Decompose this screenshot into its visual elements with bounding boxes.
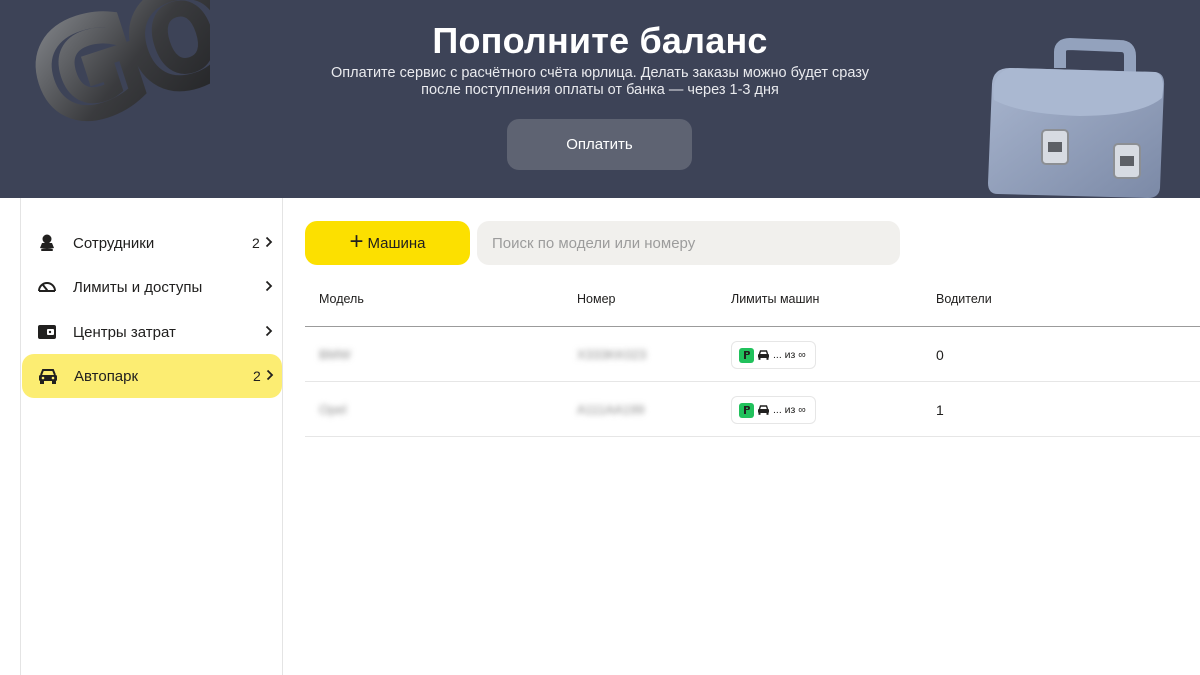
sidebar-item-label: Лимиты и доступы [73,278,203,296]
sidebar: Сотрудники 2 Лимиты и доступы Центры зат… [20,198,283,675]
sidebar-item-fleet[interactable]: Автопарк 2 [22,354,282,398]
car-limits-chip[interactable]: ... из ∞ [731,341,816,369]
balance-banner: GO Пополните баланс Оплатите сервис с ра… [0,0,1200,198]
fuel-icon [739,347,754,363]
pay-button[interactable]: Оплатить [507,119,692,170]
row-divider [305,381,1200,382]
car-number: X333KK023 [577,347,647,362]
limit-text: ... из ∞ [773,404,806,416]
car-number: A111AA199 [577,402,645,417]
banner-subtitle-line2: после поступления оплаты от банка — чере… [421,82,779,98]
car-small-icon [758,405,769,415]
chevron-right-icon [266,369,274,381]
person-icon [40,234,54,251]
plus-icon: + [349,228,364,255]
row-divider [305,436,1200,437]
chevron-right-icon [265,280,273,292]
sidebar-item-count: 2 [252,235,260,251]
sidebar-item-limits[interactable]: Лимиты и доступы [21,265,282,309]
sidebar-item-count: 2 [253,368,261,384]
wallet-icon [38,325,56,339]
sidebar-item-cost-centers[interactable]: Центры затрат [21,310,282,354]
column-header-limits[interactable]: Лимиты машин [731,292,819,306]
drivers-count: 0 [936,347,944,363]
chevron-right-icon [265,236,273,248]
speedometer-icon [38,282,56,292]
column-header-model[interactable]: Модель [319,292,364,306]
column-header-number[interactable]: Номер [577,292,615,306]
sidebar-item-label: Автопарк [74,367,139,385]
banner-subtitle-line1: Оплатите сервис с расчётного счёта юрлиц… [330,65,869,81]
car-model: BMW [319,347,351,362]
car-model: Opel [319,402,347,417]
car-limits-chip[interactable]: ... из ∞ [731,396,816,424]
sidebar-item-label: Сотрудники [73,234,155,252]
search-input[interactable] [477,221,900,265]
limit-text: ... из ∞ [773,349,806,361]
chevron-right-icon [265,325,273,337]
drivers-count: 1 [936,402,944,418]
add-car-button[interactable]: + Машина [305,221,470,265]
briefcase-icon [988,38,1165,198]
column-header-drivers[interactable]: Водители [936,292,992,306]
sidebar-item-label: Центры затрат [73,323,176,341]
car-icon [39,369,57,384]
table-header-divider [305,326,1200,327]
add-car-label: Машина [367,234,426,252]
banner-subtitle: Оплатите сервис с расчётного счёта юрлиц… [300,65,900,99]
fuel-icon [739,402,754,418]
sidebar-item-employees[interactable]: Сотрудники 2 [21,221,282,265]
car-small-icon [758,350,769,360]
